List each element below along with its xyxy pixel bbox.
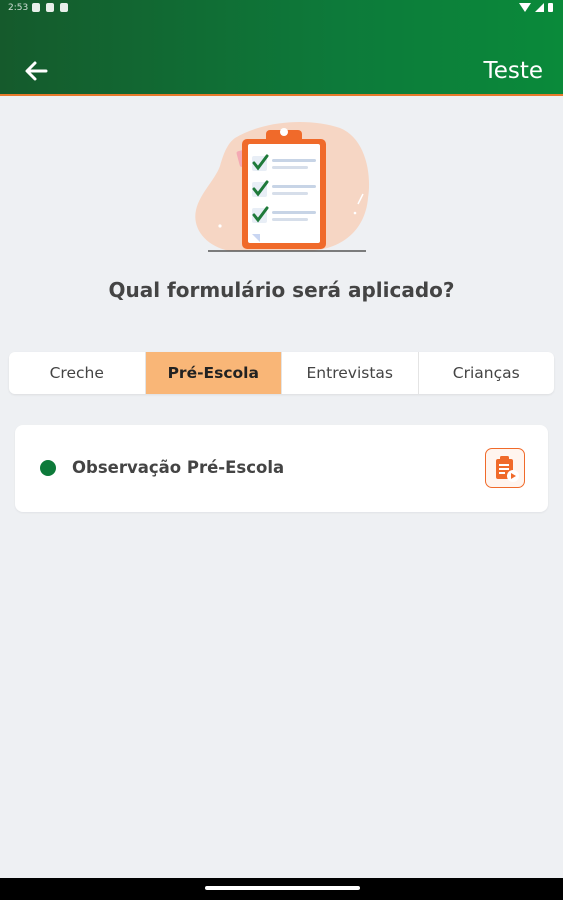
sd-card-icon xyxy=(46,3,54,12)
checklist-clipboard-icon xyxy=(195,122,370,252)
settings-icon xyxy=(60,3,68,12)
clipboard-play-icon xyxy=(496,456,519,482)
tab-pre-escola[interactable]: Pré-Escola xyxy=(144,352,281,394)
clipboard-illustration xyxy=(190,118,375,258)
tab-entrevistas[interactable]: Entrevistas xyxy=(281,352,418,394)
wifi-icon xyxy=(519,3,531,12)
back-button[interactable] xyxy=(20,56,52,86)
system-indicators xyxy=(519,3,553,12)
page-title: Teste xyxy=(483,58,543,84)
notification-icons xyxy=(32,3,68,12)
app-bar: 2:53 Teste xyxy=(0,0,563,96)
apply-form-button[interactable] xyxy=(485,448,525,488)
signal-icon xyxy=(535,3,544,12)
form-card[interactable]: Observação Pré-Escola xyxy=(15,425,548,512)
location-icon xyxy=(32,3,40,12)
status-bar: 2:53 xyxy=(0,0,563,18)
status-dot xyxy=(40,460,56,476)
battery-icon xyxy=(548,3,553,12)
home-gesture-handle[interactable] xyxy=(205,886,360,890)
arrow-left-icon xyxy=(25,61,48,81)
form-type-tabs: Creche Pré-Escola Entrevistas Crianças xyxy=(9,352,554,394)
tab-criancas[interactable]: Crianças xyxy=(417,352,555,394)
form-question: Qual formulário será aplicado? xyxy=(108,278,455,302)
form-label: Observação Pré-Escola xyxy=(72,458,285,477)
status-time: 2:53 xyxy=(8,3,29,13)
tab-creche[interactable]: Creche xyxy=(9,352,145,394)
